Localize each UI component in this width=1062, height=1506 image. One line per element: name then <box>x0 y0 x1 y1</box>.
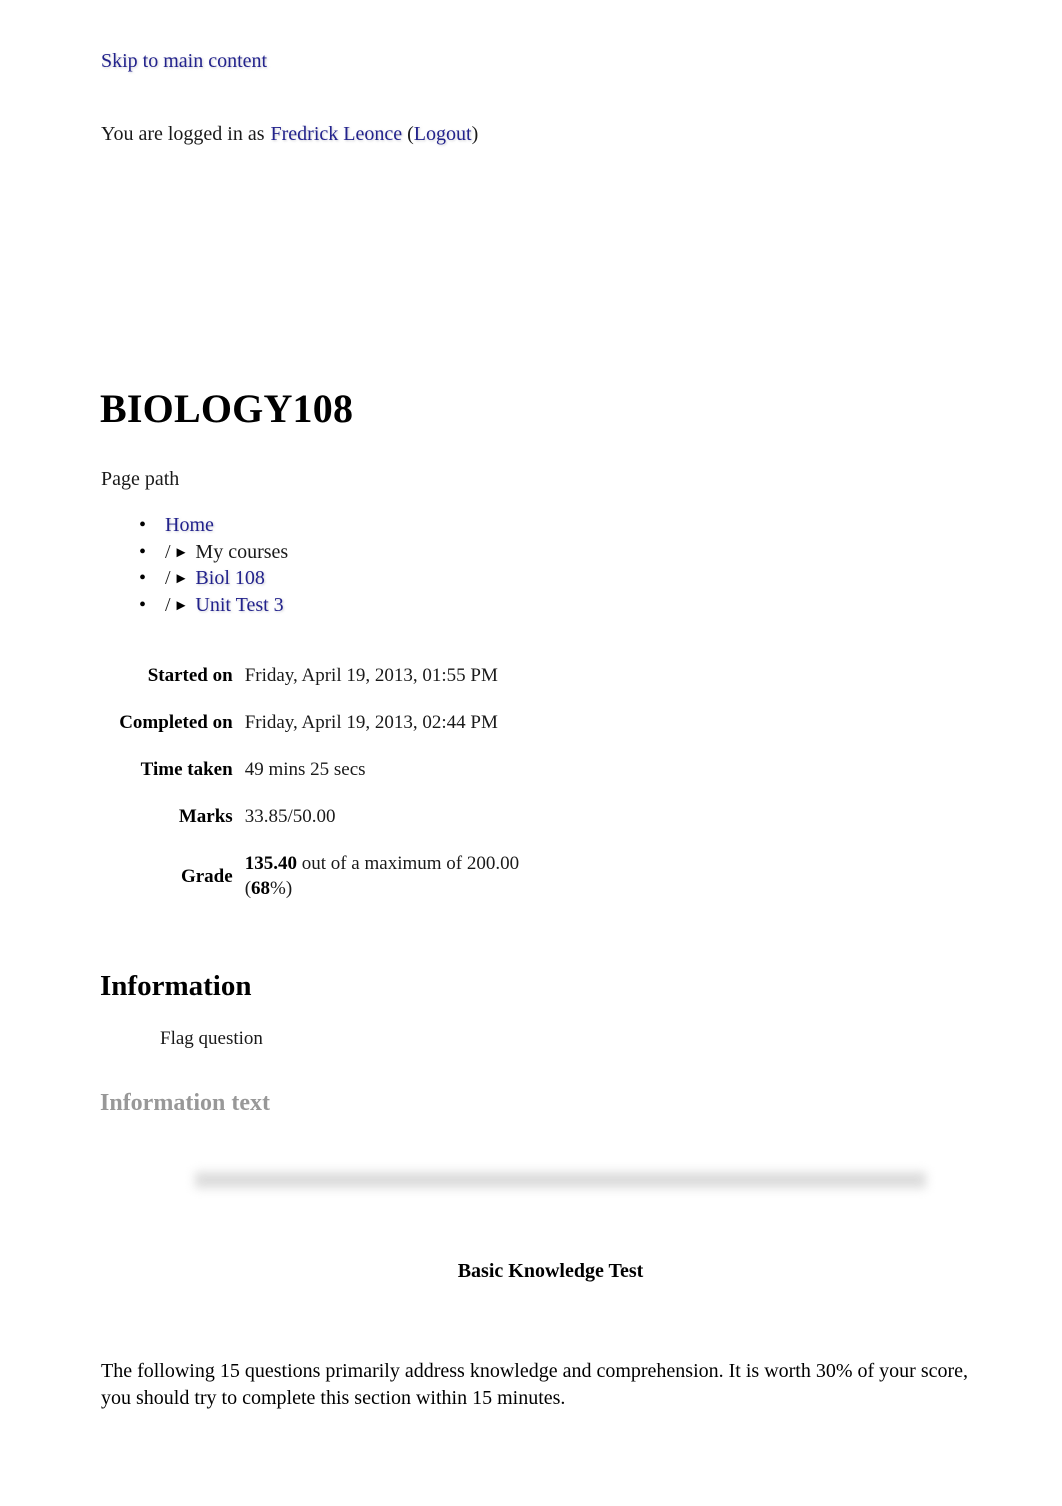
label-started-on: Started on <box>147 665 233 686</box>
value-completed-on: Friday, April 19, 2013, 02:44 PM <box>244 712 498 733</box>
value-time-taken: 49 mins 25 secs <box>244 759 366 780</box>
user-profile-link[interactable]: Fredrick Leonce <box>271 123 403 145</box>
chevron-right-icon: ► <box>173 597 189 614</box>
breadcrumb-link-home[interactable]: Home <box>165 514 214 536</box>
bullet-icon: • <box>139 593 147 616</box>
table-row-time-taken: Time taken 49 mins 25 secs <box>101 746 561 793</box>
test-section-title: Basic Knowledge Test <box>457 1260 644 1282</box>
page-root: Skip to main content You are logged in a… <box>0 0 1062 1506</box>
logout-link[interactable]: Logout <box>414 123 472 145</box>
table-row-grade: Grade 135.40 out of a maximum of 200.00 … <box>101 840 561 912</box>
breadcrumb: • Home • / ► My courses • / ► Biol 108 • / ► Unit … <box>101 512 288 618</box>
table-row-marks: Marks 33.85/50.00 <box>101 793 561 840</box>
breadcrumb-label: Page path <box>101 468 180 490</box>
breadcrumb-link-biol-108[interactable]: Biol 108 <box>195 567 264 589</box>
grade-percent: 68 <box>251 878 271 899</box>
test-instructions-paragraph: The following 15 questions primarily add… <box>101 1360 969 1409</box>
skip-to-main-content-link[interactable]: Skip to main content <box>101 48 267 74</box>
value-started-on: Friday, April 19, 2013, 01:55 PM <box>244 665 498 686</box>
breadcrumb-link-unit-test-3[interactable]: Unit Test 3 <box>195 594 283 616</box>
table-row-started-on: Started on Friday, April 19, 2013, 01:55… <box>101 652 561 699</box>
question-heading: Information <box>100 970 252 1002</box>
bullet-icon: • <box>139 567 147 589</box>
chevron-right-icon: ► <box>173 571 189 587</box>
grade-score: 135.40 <box>244 853 297 874</box>
breadcrumb-item-home: • Home <box>101 512 288 539</box>
divider <box>195 1172 926 1188</box>
grade-percent-suffix: %) <box>270 878 293 899</box>
label-completed-on: Completed on <box>119 712 233 733</box>
label-marks: Marks <box>178 806 233 827</box>
table-row-completed-on: Completed on Friday, April 19, 2013, 02:… <box>101 699 561 746</box>
breadcrumb-item-my-courses: • / ► My courses <box>101 539 288 566</box>
label-time-taken: Time taken <box>140 759 233 780</box>
page-title: BIOLOGY108 <box>100 386 354 431</box>
breadcrumb-item-unit-test-3: • / ► Unit Test 3 <box>101 592 288 619</box>
breadcrumb-separator: / <box>165 593 171 616</box>
breadcrumb-item-biol-108: • / ► Biol 108 <box>101 565 288 592</box>
login-status-prefix: You are logged in as <box>101 123 270 145</box>
bullet-icon: • <box>139 540 147 563</box>
bullet-icon: • <box>139 514 147 536</box>
breadcrumb-text-my-courses: My courses <box>195 540 289 563</box>
value-marks: 33.85/50.00 <box>244 806 336 827</box>
quiz-attempt-summary-table: Started on Friday, April 19, 2013, 01:55… <box>101 652 561 912</box>
label-grade: Grade <box>180 865 233 887</box>
information-text-heading: Information text <box>100 1090 270 1116</box>
open-paren: ( <box>402 123 414 145</box>
breadcrumb-separator: / <box>165 567 171 589</box>
chevron-right-icon: ► <box>173 544 189 561</box>
login-status-bar: You are logged in as Fredrick Leonce (Lo… <box>101 121 478 148</box>
breadcrumb-separator: / <box>165 540 171 563</box>
close-paren: ) <box>471 123 479 145</box>
flag-question-label[interactable]: Flag question <box>160 1026 263 1051</box>
value-grade: 135.40 out of a maximum of 200.00 (68%) <box>239 840 561 912</box>
